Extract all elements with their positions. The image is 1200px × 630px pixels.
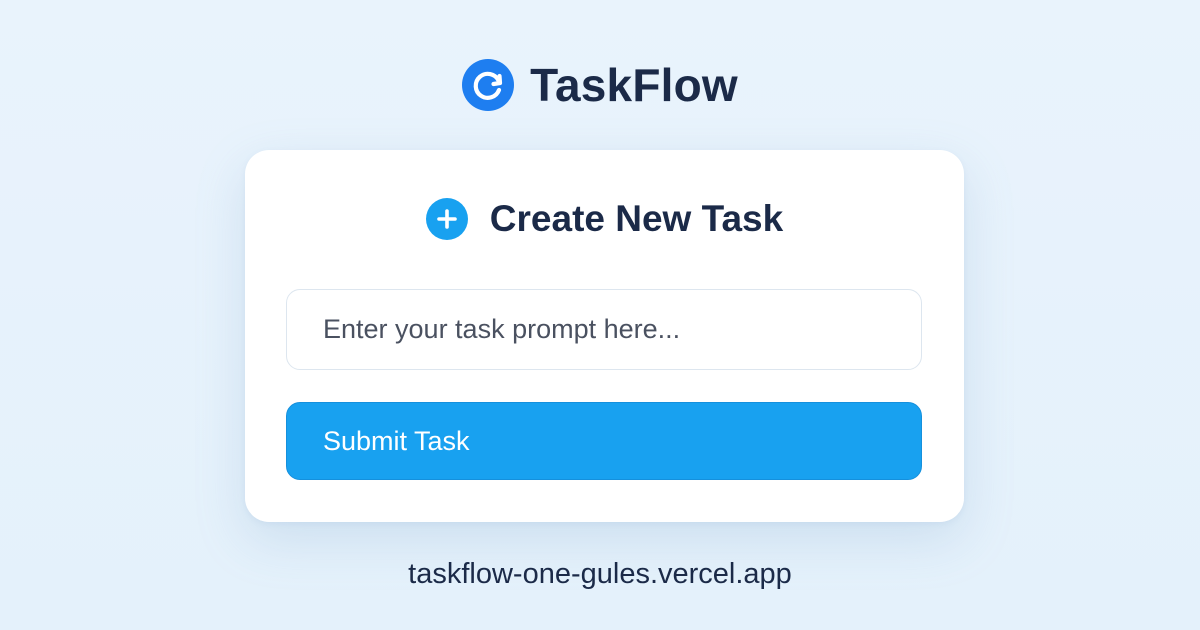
submit-task-button[interactable]: Submit Task xyxy=(286,402,922,480)
brand-header: TaskFlow xyxy=(0,58,1200,112)
brand-name: TaskFlow xyxy=(530,59,738,111)
refresh-arrow-icon xyxy=(462,59,515,111)
create-task-card: Create New Task Submit Task xyxy=(245,150,964,522)
plus-circle-icon xyxy=(425,198,468,240)
site-url: taskflow-one-gules.vercel.app xyxy=(408,558,792,590)
page-title: Create New Task xyxy=(489,198,784,239)
card-header: Create New Task xyxy=(245,198,964,240)
task-prompt-input[interactable] xyxy=(286,289,922,370)
